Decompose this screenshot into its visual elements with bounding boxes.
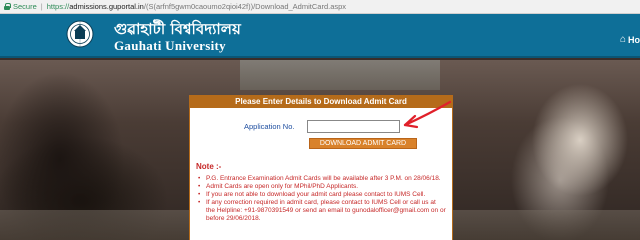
application-number-label: Application No. [244,122,295,131]
note-item: Admit Cards are open only for MPhil/PhD … [196,183,446,191]
home-icon: ⌂ [620,34,627,45]
note-item: P.G. Entrance Examination Admit Cards wi… [196,175,446,183]
note-item: If you are not able to download your adm… [196,191,446,199]
lock-icon [4,3,11,10]
notes-heading: Note :- [196,162,222,171]
url-path: /(S(arfnf5gwm0caoumo2qioi42f))/Download_… [143,2,347,11]
address-bar[interactable]: Secure | https:// admissions.guportal.in… [0,0,640,14]
university-name-english: Gauhati University [114,38,226,53]
university-seal-icon [66,20,94,48]
address-separator: | [40,2,43,11]
download-admit-card-button[interactable]: DOWNLOAD ADMIT CARD [309,138,417,149]
home-link-label: Hom [628,34,640,45]
home-link[interactable]: ⌂ Hom [620,34,640,45]
application-number-input[interactable] [307,120,400,133]
photo-window [240,60,440,90]
url-host: admissions.guportal.in [69,2,144,11]
notes-list: P.G. Entrance Examination Admit Cards wi… [196,175,446,223]
url-scheme: https:// [46,2,70,11]
note-item: If any correction required in admit card… [196,199,446,223]
annotation-arrow-icon [403,100,452,129]
site-header [0,14,640,58]
notes-panel: Note :- P.G. Entrance Examination Admit … [189,158,453,240]
secure-label: Secure [13,2,37,11]
